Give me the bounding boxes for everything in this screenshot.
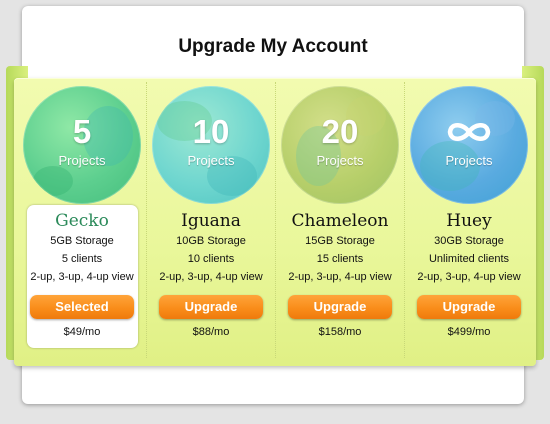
project-count: 5 <box>72 113 92 150</box>
plan-badge: 10 Projects <box>152 86 270 204</box>
plan-iguana: 10 Projects Iguana 10GB Storage 10 clien… <box>146 82 275 358</box>
plan-name: Gecko <box>55 211 109 231</box>
plan-views: 2-up, 3-up, 4-up view <box>30 271 134 283</box>
upgrade-button[interactable]: Upgrade <box>417 295 521 319</box>
plan-clients: 5 clients <box>61 253 103 265</box>
project-count: 20 <box>321 113 359 150</box>
selected-button[interactable]: Selected <box>30 295 134 319</box>
projects-label: Projects <box>187 153 235 168</box>
plan-name: Huey <box>446 211 492 231</box>
projects-label: Projects <box>58 153 106 168</box>
plan-storage: 30GB Storage <box>434 235 504 247</box>
plan-views: 2-up, 3-up, 4-up view <box>288 271 392 283</box>
plan-clients: 10 clients <box>187 253 235 265</box>
projects-label: Projects <box>316 153 364 168</box>
plan-clients: 15 clients <box>316 253 364 265</box>
upgrade-button[interactable]: Upgrade <box>159 295 263 319</box>
projects-label: Projects <box>445 153 493 168</box>
plan-price: $499/mo <box>447 326 491 338</box>
plan-chameleon: 20 Projects Chameleon 15GB Storage 15 cl… <box>275 82 404 358</box>
upgrade-button[interactable]: Upgrade <box>288 295 392 319</box>
plan-huey: Projects Huey 30GB Storage Unlimited cli… <box>404 82 533 358</box>
plan-name: Iguana <box>181 211 241 231</box>
plan-clients: Unlimited clients <box>428 253 510 265</box>
plan-price: $158/mo <box>318 326 362 338</box>
plan-name: Chameleon <box>291 211 389 231</box>
plan-views: 2-up, 3-up, 4-up view <box>159 271 263 283</box>
plan-storage: 5GB Storage <box>50 235 114 247</box>
plan-storage: 10GB Storage <box>176 235 246 247</box>
plan-storage: 15GB Storage <box>305 235 375 247</box>
plan-badge: Projects <box>410 86 528 204</box>
dialog-title: Upgrade My Account <box>178 36 368 57</box>
plan-badge: 5 Projects <box>23 86 141 204</box>
plan-price: $49/mo <box>63 326 101 338</box>
plan-views: 2-up, 3-up, 4-up view <box>417 271 521 283</box>
plan-gecko: 5 Projects Gecko 5GB Storage 5 clients 2… <box>18 82 146 358</box>
project-count: 10 <box>192 113 230 150</box>
infinity-icon <box>447 123 491 141</box>
plan-price: $88/mo <box>192 326 230 338</box>
plan-badge: 20 Projects <box>281 86 399 204</box>
